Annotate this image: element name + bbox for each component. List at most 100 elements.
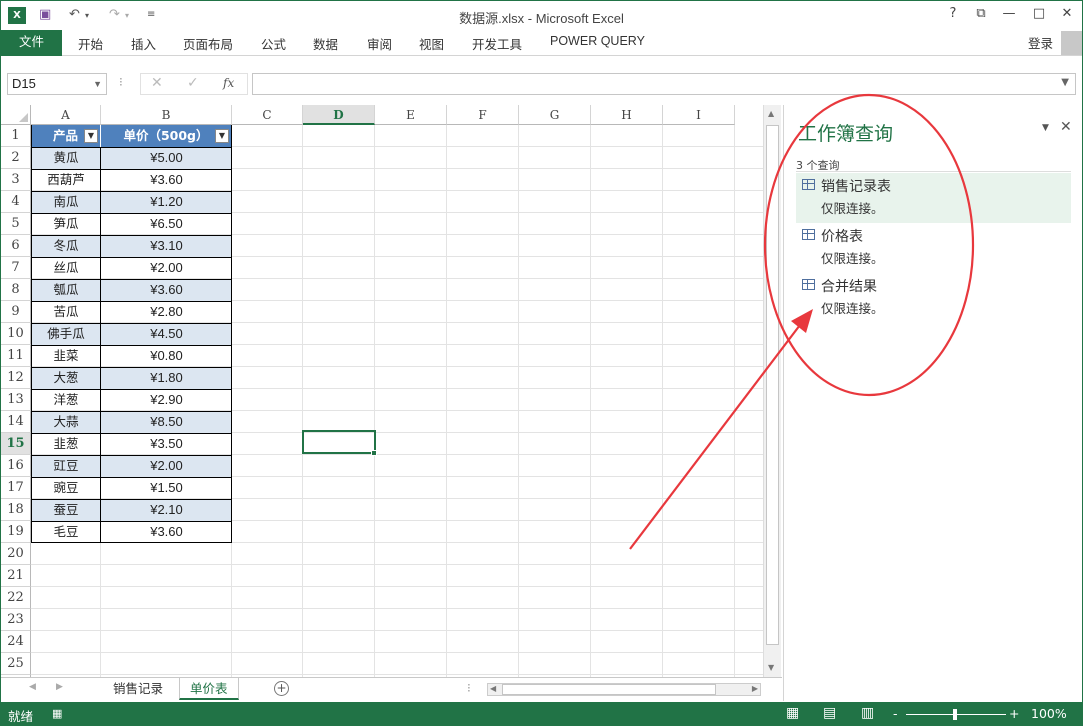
price-cell[interactable]: ¥5.00 — [101, 147, 232, 169]
row-header-6[interactable]: 6 — [1, 235, 31, 257]
price-cell[interactable]: ¥2.10 — [101, 499, 232, 521]
maximize-button[interactable]: □ — [1029, 6, 1049, 21]
row-header-20[interactable]: 20 — [1, 543, 31, 565]
tab-split-grip-icon[interactable]: ⁝ — [467, 681, 471, 695]
product-cell[interactable]: 黄瓜 — [31, 147, 101, 169]
price-cell[interactable]: ¥1.50 — [101, 477, 232, 499]
tab-power-query[interactable]: POWER QUERY — [550, 34, 645, 48]
product-cell[interactable]: 毛豆 — [31, 521, 101, 543]
price-cell[interactable]: ¥4.50 — [101, 323, 232, 345]
price-cell[interactable]: ¥3.60 — [101, 521, 232, 543]
product-cell[interactable]: 苦瓜 — [31, 301, 101, 323]
minimize-button[interactable]: — — [999, 6, 1019, 21]
row-header-13[interactable]: 13 — [1, 389, 31, 411]
price-cell[interactable]: ¥1.80 — [101, 367, 232, 389]
tab-home[interactable]: 开始 — [78, 34, 103, 53]
zoom-slider-thumb[interactable] — [953, 709, 957, 720]
cancel-icon[interactable]: ✕ — [151, 75, 163, 91]
row-header-12[interactable]: 12 — [1, 367, 31, 389]
sheet-tab-price[interactable]: 单价表 — [179, 678, 239, 700]
horizontal-scroll-thumb[interactable] — [502, 684, 716, 695]
row-header-17[interactable]: 17 — [1, 477, 31, 499]
add-sheet-icon[interactable]: + — [274, 681, 289, 696]
tab-formulas[interactable]: 公式 — [261, 34, 286, 53]
price-cell[interactable]: ¥3.60 — [101, 279, 232, 301]
price-cell[interactable]: ¥2.90 — [101, 389, 232, 411]
product-cell[interactable]: 佛手瓜 — [31, 323, 101, 345]
sheet-tab-sales[interactable]: 销售记录 — [103, 678, 173, 700]
query-item-price[interactable]: 价格表 仅限连接。 — [796, 223, 1071, 273]
zoom-level[interactable]: 100% — [1031, 706, 1067, 721]
price-cell[interactable]: ¥3.50 — [101, 433, 232, 455]
tab-view[interactable]: 视图 — [419, 34, 444, 53]
pane-options-icon[interactable]: ▼ — [1042, 123, 1049, 133]
row-header-14[interactable]: 14 — [1, 411, 31, 433]
name-box-dropdown-icon[interactable]: ▼ — [93, 74, 102, 94]
product-cell[interactable]: 大蒜 — [31, 411, 101, 433]
product-cell[interactable]: 蚕豆 — [31, 499, 101, 521]
column-header-a[interactable]: A — [31, 105, 101, 125]
price-cell[interactable]: ¥1.20 — [101, 191, 232, 213]
product-cell[interactable]: 豇豆 — [31, 455, 101, 477]
row-header-10[interactable]: 10 — [1, 323, 31, 345]
column-header-d[interactable]: D — [303, 105, 375, 125]
row-header-18[interactable]: 18 — [1, 499, 31, 521]
sheet-prev-icon[interactable]: ◀ — [29, 682, 36, 692]
row-header-3[interactable]: 3 — [1, 169, 31, 191]
login-link[interactable]: 登录 — [1028, 33, 1053, 52]
scroll-left-icon[interactable]: ◀ — [490, 684, 496, 693]
formula-input[interactable]: ▼ — [252, 73, 1076, 95]
column-header-c[interactable]: C — [232, 105, 303, 125]
row-header-5[interactable]: 5 — [1, 213, 31, 235]
price-cell[interactable]: ¥0.80 — [101, 345, 232, 367]
tab-developer[interactable]: 开发工具 — [472, 34, 522, 53]
user-avatar[interactable] — [1061, 31, 1082, 55]
page-break-view-icon[interactable]: ▥ — [861, 705, 874, 721]
row-header-22[interactable]: 22 — [1, 587, 31, 609]
insert-function-icon[interactable]: fx — [223, 76, 234, 90]
price-cell[interactable]: ¥2.00 — [101, 455, 232, 477]
product-cell[interactable]: 瓠瓜 — [31, 279, 101, 301]
product-cell[interactable]: 韭葱 — [31, 433, 101, 455]
row-header-7[interactable]: 7 — [1, 257, 31, 279]
horizontal-scrollbar[interactable]: ◀ ▶ — [487, 683, 761, 696]
column-header-f[interactable]: F — [447, 105, 519, 125]
filter-dropdown-icon[interactable]: ▼ — [215, 129, 229, 143]
enter-icon[interactable]: ✓ — [187, 75, 199, 91]
scroll-up-icon[interactable]: ▲ — [768, 109, 774, 118]
row-header-1[interactable]: 1 — [1, 125, 31, 147]
row-header-24[interactable]: 24 — [1, 631, 31, 653]
row-header-23[interactable]: 23 — [1, 609, 31, 631]
product-cell[interactable]: 韭菜 — [31, 345, 101, 367]
fill-handle[interactable] — [371, 450, 377, 456]
row-header-16[interactable]: 16 — [1, 455, 31, 477]
product-cell[interactable]: 豌豆 — [31, 477, 101, 499]
price-cell[interactable]: ¥3.10 — [101, 235, 232, 257]
column-header-i[interactable]: I — [663, 105, 735, 125]
product-cell[interactable]: 南瓜 — [31, 191, 101, 213]
page-layout-view-icon[interactable]: ▤ — [823, 705, 836, 721]
price-cell[interactable]: ¥2.80 — [101, 301, 232, 323]
row-header-4[interactable]: 4 — [1, 191, 31, 213]
close-button[interactable]: ✕ — [1057, 6, 1077, 21]
name-box[interactable]: D15 ▼ — [7, 73, 107, 95]
price-cell[interactable]: ¥2.00 — [101, 257, 232, 279]
row-header-9[interactable]: 9 — [1, 301, 31, 323]
tab-review[interactable]: 审阅 — [367, 34, 392, 53]
product-cell[interactable]: 大葱 — [31, 367, 101, 389]
normal-view-icon[interactable]: ▦ — [786, 705, 799, 721]
row-header-25[interactable]: 25 — [1, 653, 31, 675]
product-cell[interactable]: 西葫芦 — [31, 169, 101, 191]
worksheet-grid[interactable]: ABCDEFGHI 1 2 3 4 5 6 7 8 9 10 11 12 13 14 15 16 17 18 19 2… — [1, 105, 763, 677]
row-header-8[interactable]: 8 — [1, 279, 31, 301]
vertical-scrollbar[interactable]: ▲ ▼ — [763, 105, 781, 677]
zoom-in-button[interactable]: + — [1009, 706, 1019, 721]
query-item-sales[interactable]: 销售记录表 仅限连接。 — [796, 173, 1071, 223]
query-item-merge[interactable]: 合并结果 仅限连接。 — [796, 273, 1071, 323]
product-cell[interactable]: 冬瓜 — [31, 235, 101, 257]
price-cell[interactable]: ¥6.50 — [101, 213, 232, 235]
active-cell-d15[interactable] — [302, 430, 376, 454]
tab-page-layout[interactable]: 页面布局 — [183, 34, 233, 53]
zoom-out-button[interactable]: - — [893, 706, 898, 721]
vertical-scroll-thumb[interactable] — [766, 125, 779, 645]
